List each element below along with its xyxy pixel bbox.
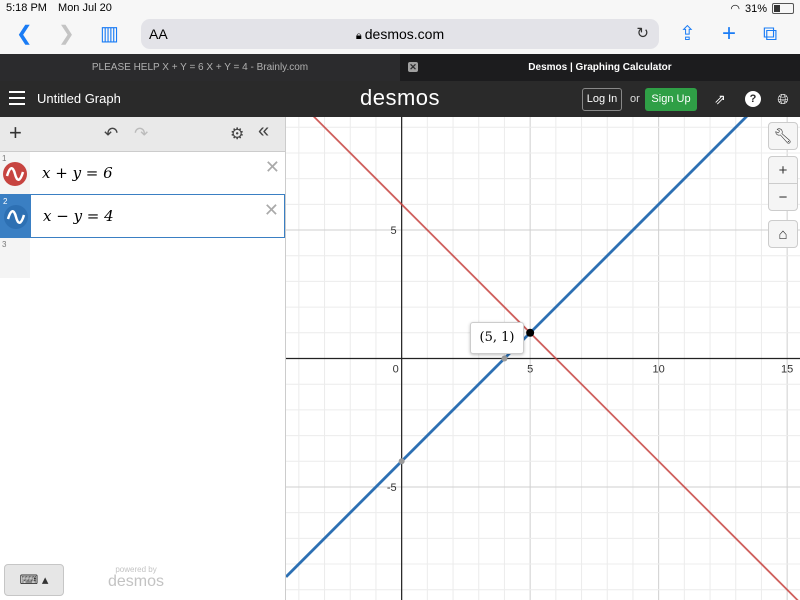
expression-index-cell: 1 (0, 152, 30, 194)
share-graph-icon[interactable]: ⇗ (712, 91, 728, 107)
login-button[interactable]: Log In (582, 88, 622, 111)
y-tick-label: -5 (387, 482, 397, 494)
intersection-label[interactable]: (5, 1) (470, 322, 524, 354)
url-text: desmos.com (364, 26, 445, 42)
globe-icon[interactable]: 🌐︎ (775, 91, 791, 107)
share-icon[interactable]: ⇪ (679, 22, 696, 46)
tabs-overview-icon[interactable]: ⧉ (763, 22, 777, 46)
undo-icon[interactable]: ↶ (104, 124, 118, 144)
zoom-in-button[interactable]: + (768, 156, 798, 184)
x-tick-label: 0 (393, 364, 399, 376)
expression-panel: + ↶ ↷ ⚙ « 1 x + y = 6 ✕ 2 x − y = 4 ✕ 3 … (0, 117, 286, 600)
gear-icon[interactable]: ⚙ (230, 124, 244, 144)
x-tick-label: 10 (653, 364, 665, 376)
collapse-panel-icon[interactable]: « (258, 120, 269, 143)
keyboard-icon: ⌨ ▴ (19, 572, 49, 587)
tab-strip: PLEASE HELP X + Y = 6 X + Y = 4 - Brainl… (0, 54, 800, 81)
status-date: Mon Jul 20 (58, 2, 112, 14)
y-tick-label: 5 (391, 225, 397, 237)
help-icon[interactable]: ? (745, 91, 761, 107)
battery-percent: 31% (744, 2, 767, 15)
graph-canvas[interactable]: 0 5 10 15 5 -5 (286, 117, 800, 600)
powered-by-desmos: powered by desmos (108, 565, 164, 591)
signup-button[interactable]: Sign Up (645, 88, 697, 111)
red-wave-color-icon[interactable] (3, 162, 27, 186)
wifi-icon: ◠ (730, 3, 740, 15)
reload-icon[interactable]: ↻ (636, 24, 649, 42)
close-tab-icon[interactable]: ✕ (408, 62, 418, 72)
delete-expression-icon[interactable]: ✕ (265, 157, 280, 178)
home-icon[interactable]: ⌂ (768, 220, 798, 248)
graph-line-2 (286, 117, 749, 578)
expression-text[interactable]: x + y = 6 (42, 164, 113, 182)
back-icon[interactable]: ❮ (16, 22, 33, 46)
expression-toolbar: + ↶ ↷ ⚙ « (0, 117, 285, 152)
new-tab-icon[interactable]: + (722, 22, 736, 46)
graph-paper[interactable]: 0 5 10 15 5 -5 (286, 117, 800, 600)
tab-title: PLEASE HELP X + Y = 6 X + Y = 4 - Brainl… (91, 62, 309, 73)
expression-text[interactable]: x − y = 4 (43, 207, 114, 225)
bookmarks-icon[interactable]: ▥ (100, 22, 119, 46)
delete-expression-icon[interactable]: ✕ (264, 200, 279, 221)
tab-brainly[interactable]: PLEASE HELP X + Y = 6 X + Y = 4 - Brainl… (0, 54, 400, 81)
wrench-icon[interactable]: 🔧︎ (768, 122, 798, 150)
blue-wave-color-icon[interactable] (4, 205, 28, 229)
expression-index-cell: 2 (1, 195, 31, 237)
y-intercept-point (398, 458, 405, 465)
redo-icon[interactable]: ↷ (134, 124, 148, 144)
empty-expression-row[interactable]: 3 (0, 238, 30, 278)
tab-title: Desmos | Graphing Calculator (528, 62, 672, 73)
expression-row-1[interactable]: 1 x + y = 6 ✕ (0, 152, 285, 195)
x-tick-label: 15 (781, 364, 793, 376)
battery-icon (772, 3, 794, 14)
address-bar[interactable]: AA 🔒︎ desmos.com ↻ (141, 19, 659, 49)
lock-icon: 🔒︎ (355, 30, 362, 42)
powered-by-brand: desmos (108, 573, 165, 590)
browser-toolbar: ❮ ❯ ▥ AA 🔒︎ desmos.com ↻ ⇪ + ⧉ (0, 16, 800, 54)
add-expression-button[interactable]: + (9, 121, 22, 145)
tab-desmos[interactable]: ✕ Desmos | Graphing Calculator (400, 54, 800, 81)
keyboard-toggle-button[interactable]: ⌨ ▴ (4, 564, 64, 596)
or-text: or (630, 93, 640, 105)
zoom-out-button[interactable]: − (768, 183, 798, 211)
x-tick-label: 5 (527, 364, 533, 376)
forward-icon[interactable]: ❯ (58, 22, 75, 46)
x-intercept-point (501, 355, 508, 362)
status-bar: 5:18 PM Mon Jul 20 ◠ 31% (0, 0, 800, 16)
intersection-point (526, 328, 535, 337)
desmos-header: Untitled Graph desmos Log In or Sign Up … (0, 81, 800, 117)
status-time: 5:18 PM (6, 2, 47, 14)
expression-index: 3 (2, 240, 7, 249)
expression-row-2[interactable]: 2 x − y = 4 ✕ (0, 194, 285, 238)
